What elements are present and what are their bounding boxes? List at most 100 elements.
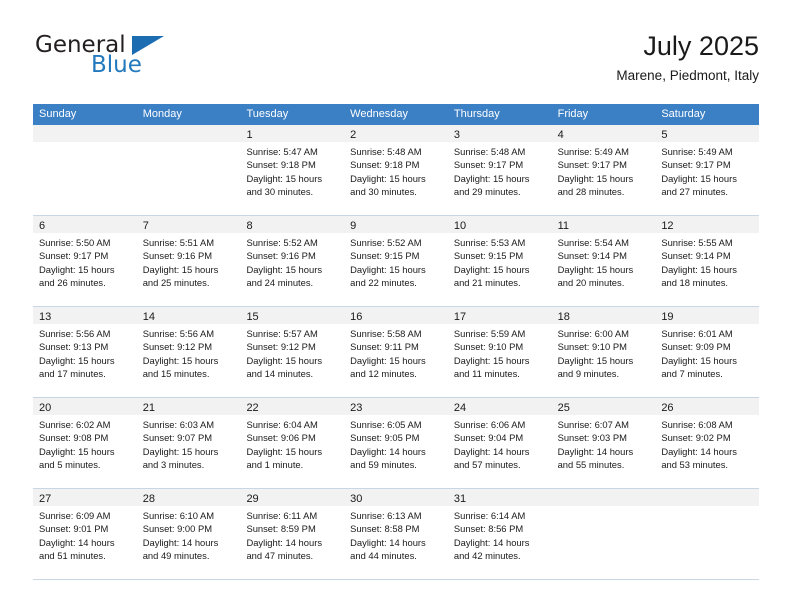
sunset-text: Sunset: 9:14 PM	[661, 250, 731, 262]
calendar-day-cell[interactable]: 14 Sunrise: 5:56 AM Sunset: 9:12 PM Dayligh…	[136, 307, 241, 397]
sunrise-text: Sunrise: 5:53 AM	[453, 237, 526, 248]
day-number-bar: 17	[447, 307, 552, 324]
calendar-day-cell[interactable]: 23 Sunrise: 6:05 AM Sunset: 9:05 PM Dayligh…	[344, 398, 448, 488]
sunset-text: Sunset: 9:10 PM	[557, 341, 627, 353]
calendar-day-cell[interactable]: 4 Sunrise: 5:49 AM Sunset: 9:17 PM Daylight…	[551, 125, 656, 215]
calendar-day-cell[interactable]: 10 Sunrise: 5:53 AM Sunset: 9:15 PM Dayligh…	[447, 216, 552, 306]
calendar-day-cell[interactable]: 24 Sunrise: 6:06 AM Sunset: 9:04 PM Dayligh…	[447, 398, 552, 488]
sunset-text: Sunset: 8:59 PM	[246, 523, 316, 535]
calendar-day-cell[interactable]: 7 Sunrise: 5:51 AM Sunset: 9:16 PM Daylight…	[136, 216, 241, 306]
daylight-text-cont: and 14 minutes.	[246, 368, 314, 380]
calendar-day-cell[interactable]: 12 Sunrise: 5:55 AM Sunset: 9:14 PM Dayligh…	[655, 216, 760, 306]
day-detail-lines: Sunrise: 6:00 AM Sunset: 9:10 PM Daylight:…	[552, 324, 656, 381]
day-number-bar: 1	[240, 125, 345, 142]
day-number-bar	[655, 489, 760, 506]
daylight-text-cont: and 55 minutes.	[557, 459, 625, 471]
day-number: 23	[350, 402, 363, 414]
calendar-day-cell[interactable]: 3 Sunrise: 5:48 AM Sunset: 9:17 PM Daylight…	[447, 125, 552, 215]
sunrise-text: Sunrise: 5:49 AM	[557, 146, 629, 157]
sunrise-text: Sunrise: 6:03 AM	[142, 419, 215, 430]
day-number: 28	[142, 493, 155, 505]
daylight-text-cont: and 42 minutes.	[453, 550, 521, 562]
day-detail-lines: Sunrise: 5:56 AM Sunset: 9:12 PM Daylight:…	[137, 324, 241, 381]
calendar-day-cell[interactable]: 29 Sunrise: 6:11 AM Sunset: 8:59 PM Dayligh…	[240, 489, 345, 579]
sunset-text: Sunset: 9:16 PM	[142, 250, 213, 262]
day-number: 16	[350, 311, 363, 323]
daylight-text: Daylight: 14 hours	[453, 536, 530, 548]
calendar-day-cell[interactable]: 28 Sunrise: 6:10 AM Sunset: 9:00 PM Dayligh…	[136, 489, 241, 579]
calendar-day-cell[interactable]: 31 Sunrise: 6:14 AM Sunset: 8:56 PM Dayligh…	[447, 489, 552, 579]
daylight-text-cont: and 30 minutes.	[246, 186, 314, 198]
daylight-text-cont: and 9 minutes.	[557, 368, 620, 380]
page-header: General Blue July 2025 Marene, Piedmont,…	[33, 30, 759, 96]
daylight-text: Daylight: 15 hours	[453, 263, 530, 275]
generalblue-logo[interactable]: General Blue	[33, 30, 253, 90]
daylight-text: Daylight: 15 hours	[350, 354, 426, 366]
calendar-day-cell[interactable]: 11 Sunrise: 5:54 AM Sunset: 9:14 PM Dayligh…	[551, 216, 656, 306]
calendar-day-cell[interactable]: 21 Sunrise: 6:03 AM Sunset: 9:07 PM Dayligh…	[136, 398, 241, 488]
weekday-header-saturday: Saturday	[661, 108, 706, 120]
day-detail-lines: Sunrise: 5:52 AM Sunset: 9:15 PM Daylight:…	[344, 233, 448, 290]
day-detail-lines: Sunrise: 6:08 AM Sunset: 9:02 PM Daylight:…	[655, 415, 759, 472]
sunrise-text: Sunrise: 5:49 AM	[661, 146, 733, 157]
daylight-text: Daylight: 15 hours	[453, 354, 530, 366]
daylight-text: Daylight: 14 hours	[246, 536, 323, 548]
daylight-text-cont: and 51 minutes.	[39, 550, 106, 562]
calendar-day-cell[interactable]: 18 Sunrise: 6:00 AM Sunset: 9:10 PM Dayligh…	[551, 307, 656, 397]
sunset-text: Sunset: 9:07 PM	[142, 432, 213, 444]
daylight-text-cont: and 27 minutes.	[661, 186, 729, 198]
calendar-day-cell[interactable]: 9 Sunrise: 5:52 AM Sunset: 9:15 PM Daylight…	[344, 216, 448, 306]
sunset-text: Sunset: 9:16 PM	[246, 250, 316, 262]
sunrise-text: Sunrise: 6:09 AM	[39, 510, 111, 521]
day-detail-lines: Sunrise: 6:03 AM Sunset: 9:07 PM Daylight:…	[137, 415, 241, 472]
calendar-day-cell[interactable]: 15 Sunrise: 5:57 AM Sunset: 9:12 PM Dayligh…	[240, 307, 345, 397]
calendar-day-cell[interactable]: 5 Sunrise: 5:49 AM Sunset: 9:17 PM Daylight…	[655, 125, 760, 215]
calendar-day-cell[interactable]: 17 Sunrise: 5:59 AM Sunset: 9:10 PM Dayligh…	[447, 307, 552, 397]
sunrise-text: Sunrise: 6:05 AM	[350, 419, 422, 430]
sunset-text: Sunset: 9:02 PM	[661, 432, 731, 444]
day-number: 19	[661, 311, 674, 323]
sunrise-text: Sunrise: 6:10 AM	[142, 510, 215, 521]
day-number-bar: 6	[33, 216, 137, 233]
weekday-header-thursday: Thursday	[453, 108, 500, 120]
sunrise-text: Sunrise: 6:13 AM	[350, 510, 422, 521]
weekday-header-monday: Monday	[142, 108, 182, 120]
calendar-day-cell[interactable]: 26 Sunrise: 6:08 AM Sunset: 9:02 PM Dayligh…	[655, 398, 760, 488]
sunrise-text: Sunrise: 5:54 AM	[557, 237, 629, 248]
daylight-text-cont: and 47 minutes.	[246, 550, 314, 562]
calendar-day-cell[interactable]: 30 Sunrise: 6:13 AM Sunset: 8:58 PM Dayligh…	[344, 489, 448, 579]
day-detail-lines: Sunrise: 6:06 AM Sunset: 9:04 PM Daylight:…	[448, 415, 552, 472]
day-number-bar	[551, 489, 656, 506]
calendar-grid: Sunday Monday Tuesday Wednesday Thursday Frid…	[33, 104, 760, 580]
calendar-day-cell[interactable]: 1 Sunrise: 5:47 AM Sunset: 9:18 PM Daylight…	[240, 125, 345, 215]
calendar-day-cell[interactable]: 20 Sunrise: 6:02 AM Sunset: 9:08 PM Dayligh…	[33, 398, 137, 488]
daylight-text-cont: and 24 minutes.	[246, 277, 314, 289]
sunrise-text: Sunrise: 5:52 AM	[246, 237, 318, 248]
sunset-text: Sunset: 9:12 PM	[142, 341, 213, 353]
day-number-bar: 11	[551, 216, 656, 233]
sunrise-text: Sunrise: 6:01 AM	[661, 328, 733, 339]
calendar-day-cell[interactable]: 8 Sunrise: 5:52 AM Sunset: 9:16 PM Daylight…	[240, 216, 345, 306]
calendar-day-cell[interactable]: 27 Sunrise: 6:09 AM Sunset: 9:01 PM Dayligh…	[33, 489, 137, 579]
calendar-day-cell[interactable]: 25 Sunrise: 6:07 AM Sunset: 9:03 PM Dayligh…	[551, 398, 656, 488]
daylight-text: Daylight: 15 hours	[661, 172, 737, 184]
day-detail-lines: Sunrise: 5:49 AM Sunset: 9:17 PM Daylight:…	[552, 142, 656, 199]
day-detail-lines: Sunrise: 5:48 AM Sunset: 9:18 PM Daylight:…	[344, 142, 448, 199]
calendar-day-cell[interactable]: 16 Sunrise: 5:58 AM Sunset: 9:11 PM Dayligh…	[344, 307, 448, 397]
calendar-day-cell[interactable]: 22 Sunrise: 6:04 AM Sunset: 9:06 PM Dayligh…	[240, 398, 345, 488]
daylight-text: Daylight: 14 hours	[350, 536, 426, 548]
day-detail-lines: Sunrise: 5:48 AM Sunset: 9:17 PM Daylight:…	[448, 142, 552, 199]
calendar-day-cell[interactable]: 19 Sunrise: 6:01 AM Sunset: 9:09 PM Dayligh…	[655, 307, 760, 397]
daylight-text: Daylight: 15 hours	[246, 172, 323, 184]
calendar-day-cell[interactable]: 13 Sunrise: 5:56 AM Sunset: 9:13 PM Dayligh…	[33, 307, 137, 397]
daylight-text: Daylight: 15 hours	[246, 445, 323, 457]
day-number: 29	[246, 493, 259, 505]
day-number: 1	[246, 129, 253, 141]
day-number: 20	[39, 402, 52, 414]
day-detail-lines: Sunrise: 5:50 AM Sunset: 9:17 PM Daylight:…	[33, 233, 137, 290]
calendar-day-cell[interactable]: 2 Sunrise: 5:48 AM Sunset: 9:18 PM Daylight…	[344, 125, 448, 215]
day-number: 11	[557, 220, 570, 232]
calendar-day-cell[interactable]: 6 Sunrise: 5:50 AM Sunset: 9:17 PM Daylight…	[33, 216, 137, 306]
daylight-text: Daylight: 14 hours	[557, 445, 634, 457]
day-number-bar: 29	[240, 489, 345, 506]
